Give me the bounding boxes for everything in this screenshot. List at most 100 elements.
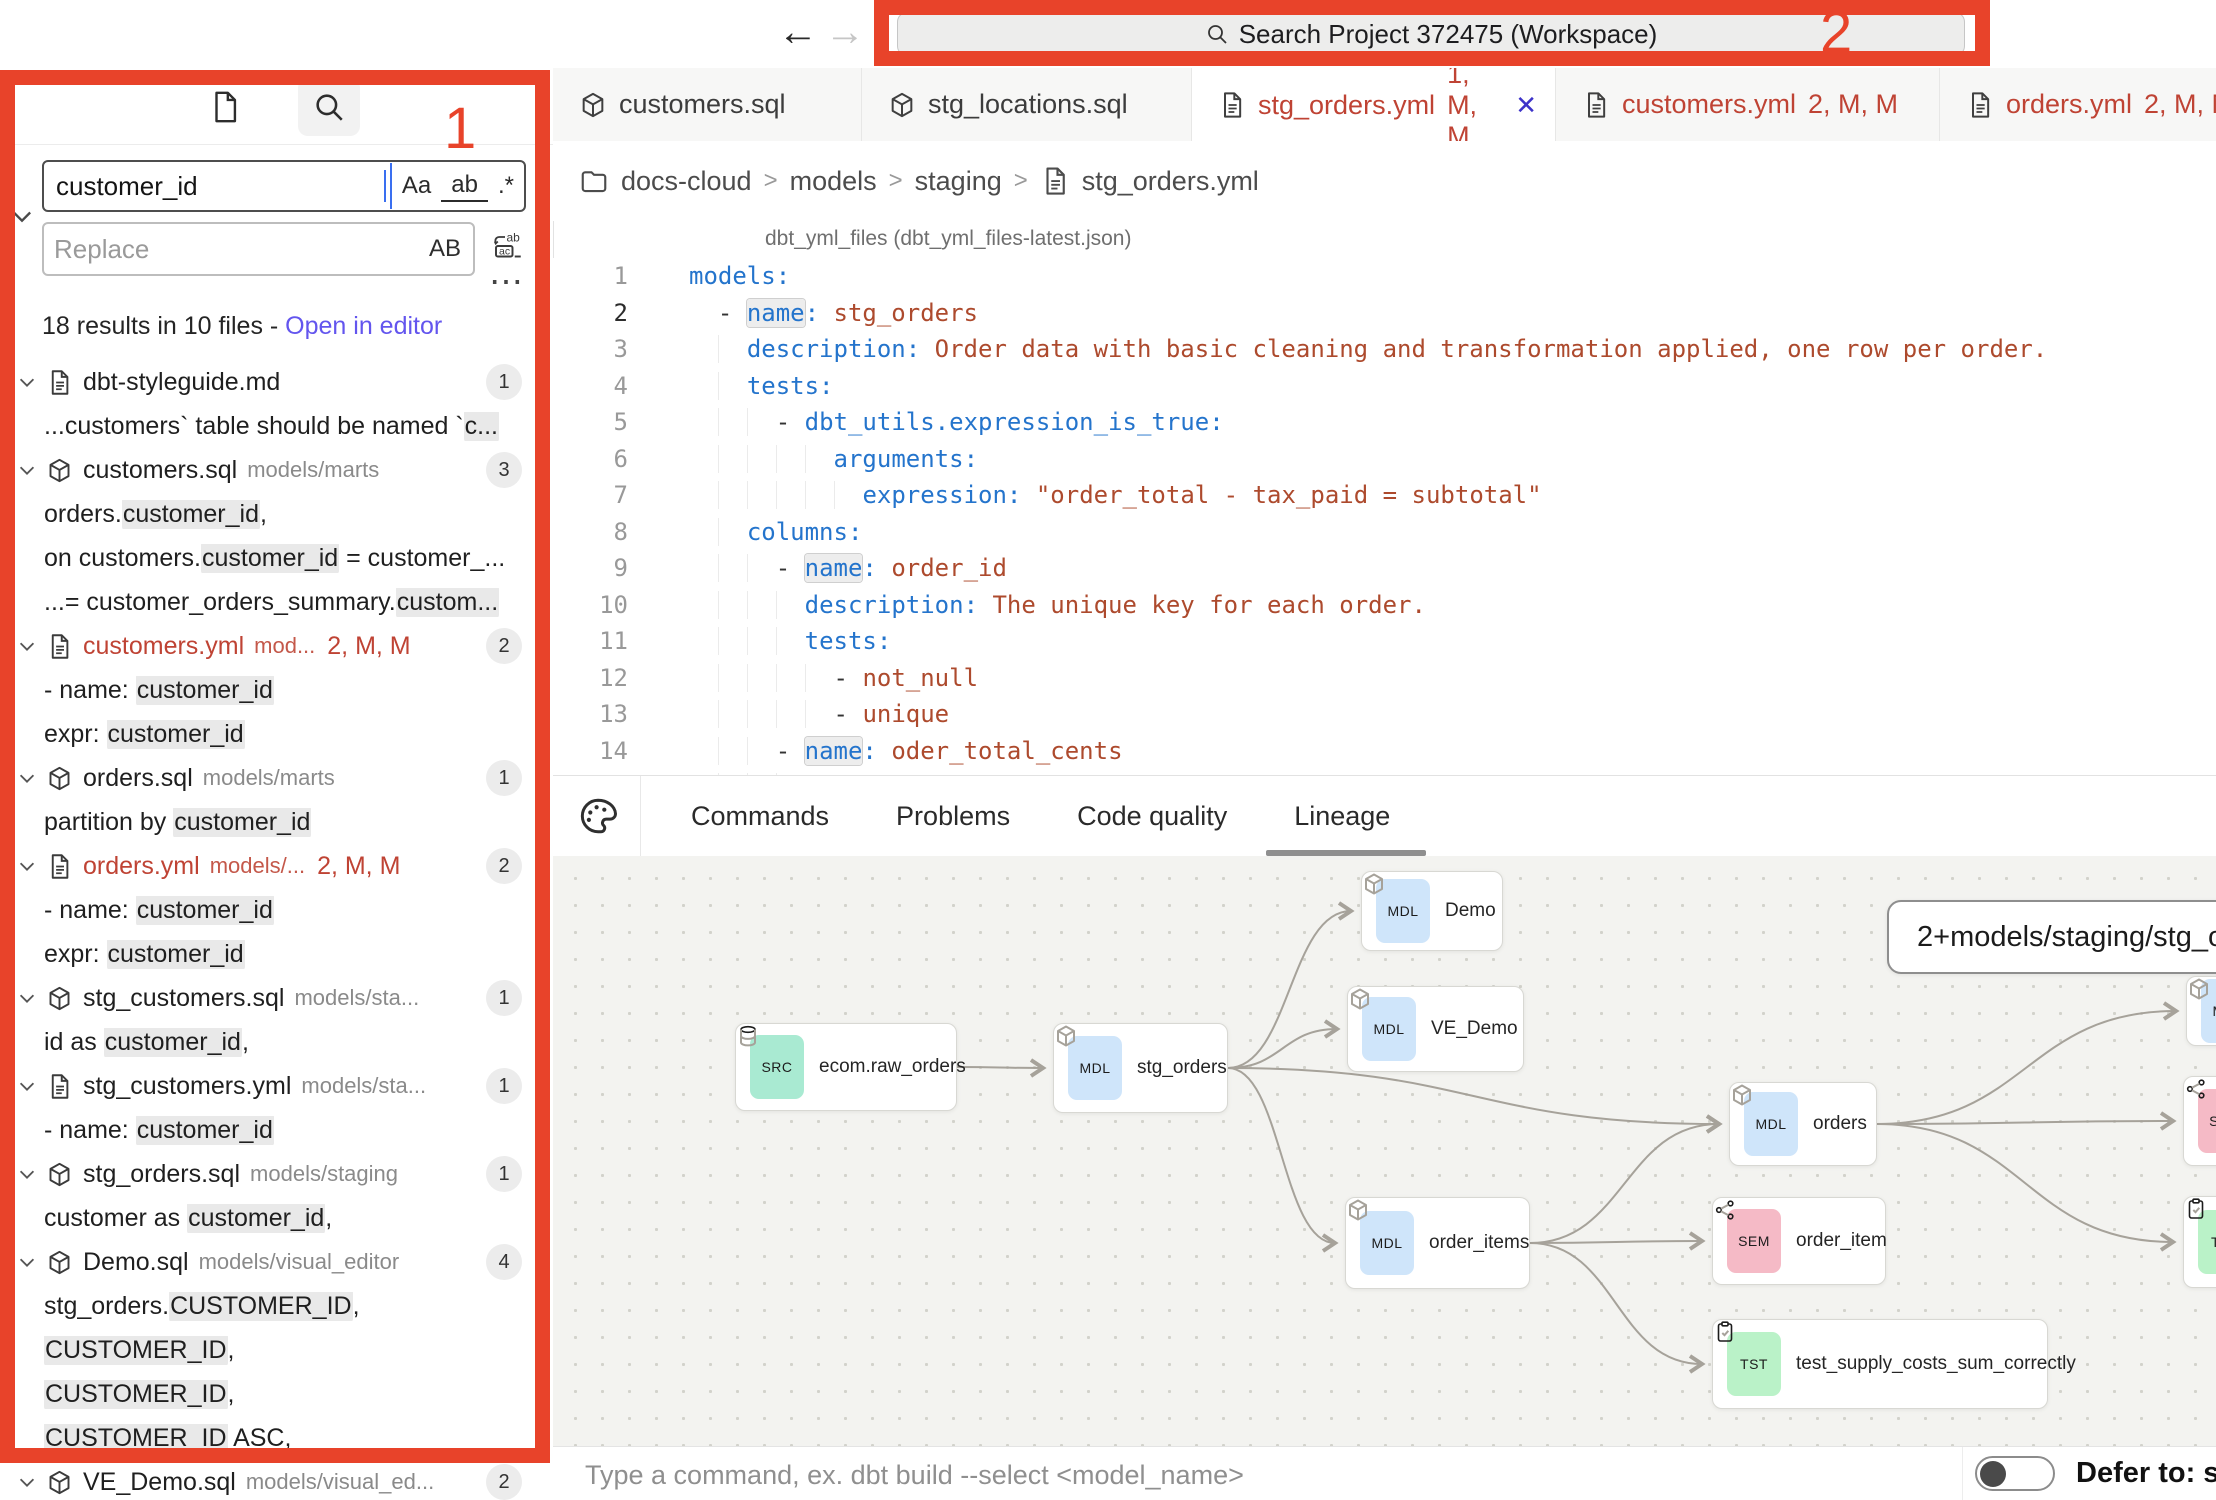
search-result-match-row[interactable]: CUSTOMER_ID,: [0, 1328, 552, 1372]
search-result-file-row[interactable]: VE_Demo.sqlmodels/visual_ed...2: [0, 1460, 552, 1500]
line-number: 5: [553, 404, 628, 441]
search-result-file-row[interactable]: dbt-styleguide.md1: [0, 360, 552, 404]
code-line[interactable]: 2 - name: stg_orders: [553, 295, 2216, 332]
search-result-match-row[interactable]: - name: customer_id: [0, 1108, 552, 1152]
search-result-match-row[interactable]: expr: customer_id: [0, 712, 552, 756]
breadcrumb-item[interactable]: models: [790, 166, 877, 197]
files-panel-icon[interactable]: [194, 78, 256, 136]
search-result-match-row[interactable]: CUSTOMER_ID ASC,: [0, 1416, 552, 1460]
breadcrumb-item[interactable]: staging: [915, 166, 1002, 197]
code-line[interactable]: 4 tests:: [553, 368, 2216, 405]
model-icon: [579, 91, 607, 119]
search-result-match-row[interactable]: ...= customer_orders_summary.custom...: [0, 580, 552, 624]
chevron-down-icon[interactable]: [16, 1075, 38, 1097]
chevron-down-icon[interactable]: [16, 987, 38, 1009]
search-result-file-row[interactable]: orders.ymlmodels/...2, M, M2: [0, 844, 552, 888]
lineage-canvas[interactable]: 2+models/staging/stg_or SRCecom.raw_orde…: [553, 856, 2216, 1446]
search-input[interactable]: customer_id Aa ab .*: [42, 160, 526, 212]
code-line[interactable]: 14 - name: oder_total_cents: [553, 733, 2216, 770]
search-result-match-row[interactable]: stg_orders.CUSTOMER_ID,: [0, 1284, 552, 1328]
model-icon: [46, 985, 73, 1012]
search-result-file-row[interactable]: stg_customers.ymlmodels/sta...1: [0, 1064, 552, 1108]
chevron-down-icon[interactable]: [16, 459, 38, 481]
search-result-match-row[interactable]: customer as customer_id,: [0, 1196, 552, 1240]
search-result-match-row[interactable]: ...customers` table should be named `c..…: [0, 404, 552, 448]
search-result-match-row[interactable]: - name: customer_id: [0, 888, 552, 932]
breadcrumb-item[interactable]: docs-cloud: [621, 166, 752, 197]
editor-tab-orders.yml[interactable]: orders.yml2, M, M: [1940, 68, 2216, 141]
lineage-node-order_item[interactable]: SEMorder_item: [1712, 1197, 1886, 1285]
lineage-node-ve_demo[interactable]: MDLVE_Demo: [1347, 986, 1524, 1072]
tab-label: stg_orders.yml: [1258, 90, 1435, 121]
editor-tab-customers.yml[interactable]: customers.yml2, M, M: [1556, 68, 1940, 141]
search-panel-icon[interactable]: [298, 78, 360, 136]
editor-tab-customers.sql[interactable]: customers.sql: [553, 68, 862, 141]
command-input[interactable]: Type a command, ex. dbt build --select <…: [585, 1460, 1244, 1491]
replace-all-icon[interactable]: abac: [490, 228, 526, 264]
lineage-node-orders[interactable]: MDLorders: [1729, 1082, 1877, 1166]
lineage-node-order_items[interactable]: MDLorder_items: [1345, 1197, 1530, 1289]
search-result-match-row[interactable]: - name: customer_id: [0, 668, 552, 712]
search-result-match-row[interactable]: id as customer_id,: [0, 1020, 552, 1064]
lineage-node-test_supply[interactable]: TSTtest_supply_costs_sum_correctly: [1712, 1319, 2048, 1409]
panel-tab-code-quality[interactable]: Code quality: [1077, 801, 1227, 832]
search-result-file-row[interactable]: customers.sqlmodels/marts3: [0, 448, 552, 492]
forward-button[interactable]: →: [825, 8, 865, 56]
replace-input[interactable]: [44, 233, 429, 266]
back-button[interactable]: ←: [778, 8, 818, 56]
search-result-match-row[interactable]: partition by customer_id: [0, 800, 552, 844]
panel-tab-commands[interactable]: Commands: [691, 801, 829, 832]
lineage-node-raw_orders[interactable]: SRCecom.raw_orders: [735, 1023, 957, 1111]
code-line[interactable]: 9 - name: order_id: [553, 550, 2216, 587]
code-line[interactable]: 11 tests:: [553, 623, 2216, 660]
breadcrumb-file[interactable]: stg_orders.yml: [1082, 166, 1259, 197]
code-line[interactable]: 5 - dbt_utils.expression_is_true:: [553, 404, 2216, 441]
lineage-node-partial_bot[interactable]: TST: [2183, 1196, 2216, 1288]
lineage-filter-box[interactable]: 2+models/staging/stg_or: [1887, 900, 2216, 974]
editor-tab-stg_orders.yml[interactable]: stg_orders.yml1, M, M✕: [1192, 68, 1556, 142]
chevron-down-icon[interactable]: [16, 855, 38, 877]
palette-icon[interactable]: [577, 795, 619, 837]
search-result-file-row[interactable]: stg_orders.sqlmodels/staging1: [0, 1152, 552, 1196]
panel-tab-lineage[interactable]: Lineage: [1294, 801, 1390, 832]
search-result-file-row[interactable]: orders.sqlmodels/marts1: [0, 756, 552, 800]
defer-toggle[interactable]: [1975, 1456, 2055, 1491]
lineage-node-partial_mid[interactable]: SEM: [2183, 1076, 2216, 1166]
chevron-down-icon[interactable]: [16, 635, 38, 657]
search-result-match-row[interactable]: CUSTOMER_ID,: [0, 1372, 552, 1416]
search-result-match-row[interactable]: orders.customer_id,: [0, 492, 552, 536]
code-line[interactable]: 3 description: Order data with basic cle…: [553, 331, 2216, 368]
chevron-down-icon[interactable]: [16, 1251, 38, 1273]
code-line[interactable]: 6 arguments:: [553, 441, 2216, 478]
open-in-editor-link[interactable]: Open in editor: [285, 312, 442, 340]
match-case-button[interactable]: Aa: [392, 172, 441, 200]
chevron-down-icon[interactable]: [16, 1163, 38, 1185]
editor-tab-stg_locations.sql[interactable]: stg_locations.sql: [862, 68, 1192, 141]
search-result-file-row[interactable]: Demo.sqlmodels/visual_editor4: [0, 1240, 552, 1284]
preserve-case-button[interactable]: AB: [429, 235, 473, 263]
code-line[interactable]: 8 columns:: [553, 514, 2216, 551]
search-result-file-row[interactable]: stg_customers.sqlmodels/sta...1: [0, 976, 552, 1020]
lineage-node-partial_top[interactable]: MDL: [2186, 976, 2216, 1046]
chevron-down-icon[interactable]: [16, 767, 38, 789]
code-line[interactable]: 1models:: [553, 258, 2216, 295]
project-search-button[interactable]: Search Project 372475 (Workspace): [897, 12, 1965, 56]
chevron-down-icon[interactable]: [16, 1471, 38, 1493]
panel-tab-problems[interactable]: Problems: [896, 801, 1010, 832]
chevron-down-icon[interactable]: [16, 371, 38, 393]
code-editor[interactable]: 1models:2 - name: stg_orders3 descriptio…: [553, 258, 2216, 775]
whole-word-button[interactable]: ab: [441, 171, 488, 202]
search-result-file-row[interactable]: customers.ymlmod...2, M, M2: [0, 624, 552, 668]
chevron-down-icon[interactable]: [8, 202, 38, 232]
search-result-match-row[interactable]: on customers.customer_id = customer_...: [0, 536, 552, 580]
code-line[interactable]: 12 - not_null: [553, 660, 2216, 697]
code-line[interactable]: 10 description: The unique key for each …: [553, 587, 2216, 624]
regex-button[interactable]: .*: [488, 172, 524, 200]
close-icon[interactable]: ✕: [1515, 90, 1537, 121]
more-actions-icon[interactable]: ⋯: [489, 262, 525, 302]
code-line[interactable]: 7 expression: "order_total - tax_paid = …: [553, 477, 2216, 514]
lineage-node-demo[interactable]: MDLDemo: [1361, 871, 1503, 951]
lineage-node-stg_orders[interactable]: MDLstg_orders: [1053, 1023, 1228, 1113]
code-line[interactable]: 13 - unique: [553, 696, 2216, 733]
search-result-match-row[interactable]: expr: customer_id: [0, 932, 552, 976]
